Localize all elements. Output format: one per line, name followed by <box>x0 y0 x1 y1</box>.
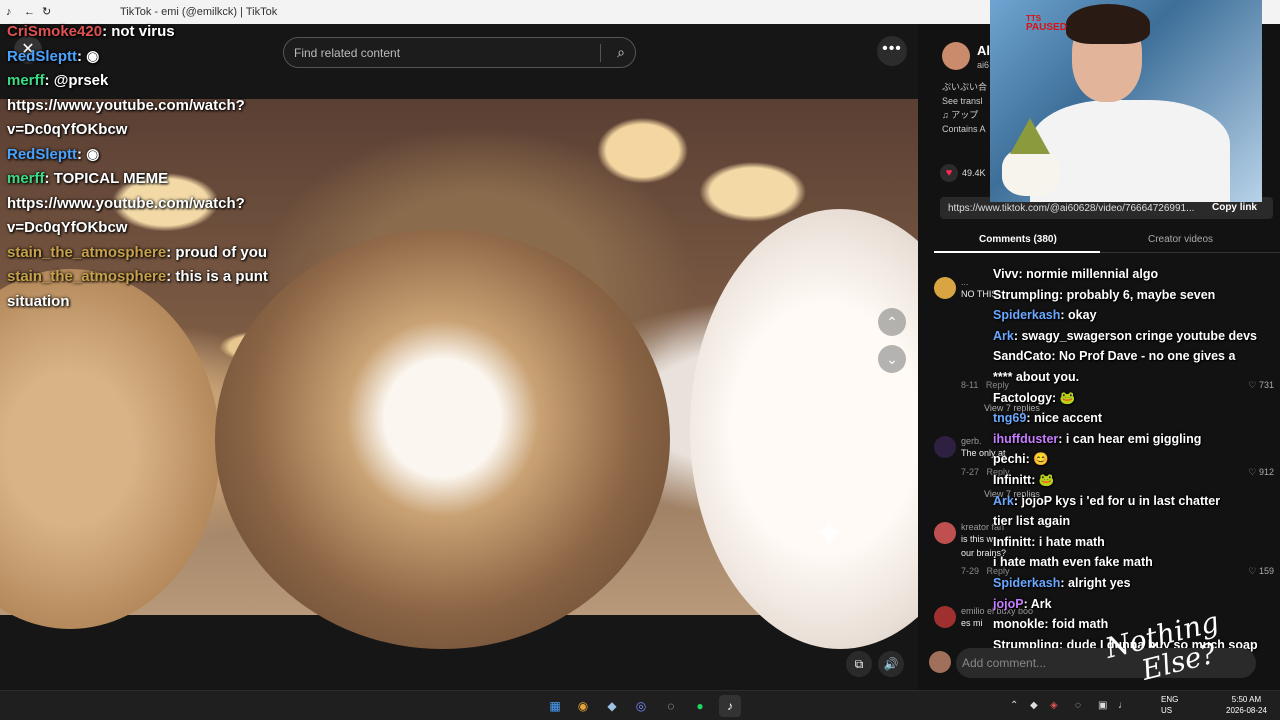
desktop: ♪ ← ↻ TikTok - emi (@emilkck) | TikTok ✦… <box>0 0 1280 720</box>
chat-line: SandCato: No Prof Dave - no one gives a <box>993 349 1236 364</box>
chat-line: merff: @prsek <box>7 72 109 89</box>
chat-line: **** about you. <box>993 369 1080 384</box>
emote-icon: 🐸 <box>1038 472 1055 487</box>
heart-icon: ♥ <box>940 164 958 182</box>
chat-line: Infinitt: 🐸 <box>993 472 1055 487</box>
like-count: 49.4K <box>962 168 986 178</box>
stream-chat-overlay: Vivv: normie millennial algo Strumpling:… <box>989 264 1279 655</box>
pip-button[interactable]: ⧉ <box>846 651 872 677</box>
author-avatar[interactable] <box>942 42 970 70</box>
discord-icon[interactable]: ◎ <box>630 695 652 717</box>
spotify-icon[interactable]: ● <box>689 695 711 717</box>
chat-line: situation <box>7 292 70 310</box>
chat-line: Infinitt: i hate math <box>993 534 1105 549</box>
steam-icon[interactable]: ◆ <box>601 695 623 717</box>
commenter-avatar[interactable] <box>934 522 956 544</box>
chat-line: merff: TOPICAL MEME <box>7 170 169 187</box>
like-button[interactable]: ♥ 49.4K <box>940 164 986 182</box>
tab-title: TikTok - emi (@emilkck) | TikTok <box>120 6 278 18</box>
chat-line: i hate math even fake math <box>993 555 1153 570</box>
chat-line: Spiderkash: alright yes <box>993 575 1131 590</box>
video-url: https://www.tiktok.com/@ai60628/video/76… <box>948 202 1195 214</box>
chat-line: jojoP: Ark <box>993 596 1052 611</box>
search-input[interactable]: Find related content ⌕ <box>283 37 636 68</box>
search-icon[interactable]: ⌕ <box>617 44 625 61</box>
input-language[interactable]: ENG US <box>1161 694 1178 716</box>
paused-label: PAUSED <box>1026 22 1067 33</box>
author-handle: ai6 <box>977 60 990 70</box>
tray-app-icon[interactable]: ▣ <box>1098 695 1107 717</box>
windows-start-icon[interactable]: ▦ <box>544 695 566 717</box>
chat-line: https://www.youtube.com/watch? <box>7 96 245 114</box>
reload-icon[interactable]: ↻ <box>42 6 54 18</box>
streamer-hair <box>1066 4 1150 44</box>
chat-line: Spiderkash: okay <box>993 308 1097 323</box>
overlay-chat: CriSmoke420: not virus RedSleptt: ◉ merf… <box>0 20 320 314</box>
tray-chevron-icon[interactable]: ⌃ <box>1010 695 1018 717</box>
user-avatar <box>929 651 951 673</box>
obs-icon[interactable]: ◌ <box>660 695 682 717</box>
chat-line: https://www.youtube.com/watch? <box>7 194 245 212</box>
tiktok-icon: ♪ <box>6 6 12 18</box>
chat-line: Ark: swagy_swagerson cringe youtube devs <box>993 328 1257 343</box>
chat-line: tier list again <box>993 514 1071 529</box>
system-clock[interactable]: 5:50 AM 2026-08-24 <box>1226 694 1267 716</box>
guinea-pig-left <box>0 269 220 629</box>
author-name[interactable]: Al <box>977 43 990 58</box>
chrome-icon[interactable]: ◉ <box>572 695 594 717</box>
commenter-avatar[interactable] <box>934 277 956 299</box>
tab-creator-videos[interactable]: Creator videos <box>1148 234 1213 245</box>
chat-line: stain_the_atmosphere: this is a punt <box>7 268 268 285</box>
taskbar: ▦ ◉ ◆ ◎ ◌ ● ♪ ⌃ ◆ ◈ ◌ ▣ ♩ ENG US 5:50 AM… <box>0 690 1280 720</box>
chat-line: Factology: 🐸 <box>993 390 1076 405</box>
copy-link-button[interactable]: Copy link <box>1212 202 1257 213</box>
chat-line: CriSmoke420: not virus <box>7 23 175 40</box>
next-video-button[interactable]: ⌄ <box>878 345 906 373</box>
chat-line: v=Dc0qYfOKbcw <box>7 121 128 138</box>
search-divider <box>600 44 601 62</box>
chat-line: Strumpling: probably 6, maybe seven <box>993 287 1216 302</box>
tray-mic-icon[interactable]: ♩ <box>1118 695 1128 717</box>
chat-line: Vivv: normie millennial algo <box>993 267 1159 281</box>
active-tab-indicator <box>934 251 1100 253</box>
video-area: ✦ ✕ Find related content ⌕ ••• ⌃ ⌄ ⧉ 🔊 C… <box>0 23 990 690</box>
chat-line: tng69: nice accent <box>993 411 1103 426</box>
chat-line: ihuffduster: i can hear emi giggling <box>993 431 1202 446</box>
chat-line: v=Dc0qYfOKbcw <box>7 219 128 236</box>
webcam-overlay: TTS PAUSED <box>990 0 1262 202</box>
chat-line: RedSleptt: ◉ <box>7 145 100 163</box>
chat-line: RedSleptt: ◉ <box>7 47 100 65</box>
chat-line: Ark: jojoP kys i 'ed for u in last chatt… <box>993 493 1221 508</box>
emote-icon: ◉ <box>86 47 100 65</box>
chat-line: pechi: 😊 <box>993 452 1049 467</box>
emote-icon: ◉ <box>86 145 100 163</box>
back-icon[interactable]: ← <box>24 6 36 18</box>
emote-icon: 🐸 <box>1059 390 1076 405</box>
commenter-avatar[interactable] <box>934 606 956 628</box>
mascot-image <box>1000 118 1062 198</box>
tiktok-taskbar-icon[interactable]: ♪ <box>719 695 741 717</box>
tray-brave-icon[interactable]: ◈ <box>1050 695 1058 717</box>
tray-app-icon[interactable]: ◌ <box>1075 695 1081 717</box>
tab-comments[interactable]: Comments (380) <box>979 234 1057 245</box>
previous-video-button[interactable]: ⌃ <box>878 308 906 336</box>
more-options-button[interactable]: ••• <box>877 36 907 66</box>
emote-icon: 😊 <box>1033 452 1049 467</box>
sparkle-icon: ✦ <box>812 510 848 557</box>
tray-steam-icon[interactable]: ◆ <box>1030 695 1038 717</box>
chat-line: stain_the_atmosphere: proud of you <box>7 243 268 261</box>
volume-button[interactable]: 🔊 <box>878 651 904 677</box>
commenter-avatar[interactable] <box>934 436 956 458</box>
comment-tabs: Comments (380) Creator videos <box>934 230 1280 253</box>
